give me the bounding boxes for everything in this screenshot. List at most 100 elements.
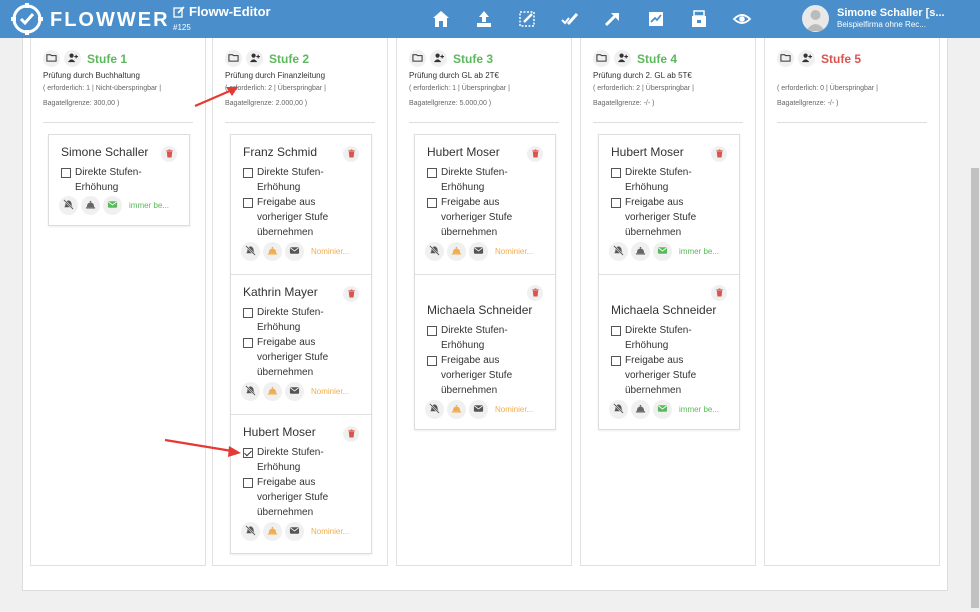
email-button[interactable] xyxy=(469,242,488,261)
approver-status[interactable]: Nominier... xyxy=(495,405,533,414)
nav-upload[interactable] xyxy=(471,6,497,32)
edit-document-icon xyxy=(519,11,535,27)
take-over-approval-checkbox[interactable] xyxy=(243,198,253,208)
take-over-approval-option[interactable]: Freigabe aus vorheriger Stufe übernehmen xyxy=(611,195,721,240)
stage-add-user-button[interactable] xyxy=(64,50,81,67)
mute-notification-button[interactable] xyxy=(425,242,444,261)
take-over-approval-option[interactable]: Freigabe aus vorheriger Stufe übernehmen xyxy=(427,353,537,398)
user-name[interactable]: Simone Schaller [s... xyxy=(837,7,945,19)
direct-escalation-option[interactable]: Direkte Stufen-Erhöhung xyxy=(243,305,353,335)
nav-chart[interactable] xyxy=(643,6,669,32)
direct-escalation-option[interactable]: Direkte Stufen-Erhöhung xyxy=(243,165,353,195)
nav-forward[interactable] xyxy=(600,6,626,32)
notification-bell-button[interactable] xyxy=(631,400,650,419)
nav-edit-document[interactable] xyxy=(514,6,540,32)
stage-add-user-button[interactable] xyxy=(430,50,447,67)
stage-title[interactable]: Stufe 2 xyxy=(269,52,309,66)
take-over-approval-option[interactable]: Freigabe aus vorheriger Stufe übernehmen xyxy=(243,335,353,380)
nav-approve[interactable] xyxy=(557,6,583,32)
direct-escalation-checkbox[interactable] xyxy=(427,168,437,178)
mute-notification-button[interactable] xyxy=(241,522,260,541)
mute-notification-button[interactable] xyxy=(425,400,444,419)
direct-escalation-option[interactable]: Direkte Stufen-Erhöhung xyxy=(61,165,171,195)
direct-escalation-checkbox[interactable] xyxy=(243,308,253,318)
delete-approver-button[interactable] xyxy=(161,146,177,162)
delete-approver-button[interactable] xyxy=(343,146,359,162)
stage-title[interactable]: Stufe 4 xyxy=(637,52,677,66)
take-over-approval-checkbox[interactable] xyxy=(427,356,437,366)
direct-escalation-option[interactable]: Direkte Stufen-Erhöhung xyxy=(243,445,353,475)
mute-notification-button[interactable] xyxy=(609,242,628,261)
direct-escalation-checkbox[interactable] xyxy=(427,326,437,336)
direct-escalation-checkbox[interactable] xyxy=(61,168,71,178)
take-over-approval-option[interactable]: Freigabe aus vorheriger Stufe übernehmen xyxy=(243,475,353,520)
stage-add-user-button[interactable] xyxy=(246,50,263,67)
nav-view[interactable] xyxy=(729,6,755,32)
take-over-approval-option[interactable]: Freigabe aus vorheriger Stufe übernehmen xyxy=(427,195,537,240)
notification-bell-button[interactable] xyxy=(447,242,466,261)
take-over-approval-checkbox[interactable] xyxy=(611,356,621,366)
mute-notification-button[interactable] xyxy=(241,242,260,261)
mute-notification-button[interactable] xyxy=(241,382,260,401)
stage-folder-button[interactable] xyxy=(225,50,242,67)
take-over-approval-checkbox[interactable] xyxy=(611,198,621,208)
notification-bell-button[interactable] xyxy=(263,382,282,401)
delete-approver-button[interactable] xyxy=(711,285,727,301)
editor-title[interactable]: Floww-Editor xyxy=(173,4,271,19)
approver-status[interactable]: immer be... xyxy=(129,201,169,210)
stage-title[interactable]: Stufe 3 xyxy=(453,52,493,66)
notification-bell-button[interactable] xyxy=(263,522,282,541)
approver-status[interactable]: Nominier... xyxy=(311,527,349,536)
approver-status[interactable]: immer be... xyxy=(679,247,719,256)
email-button[interactable] xyxy=(653,400,672,419)
notification-bell-button[interactable] xyxy=(631,242,650,261)
direct-escalation-option[interactable]: Direkte Stufen-Erhöhung xyxy=(611,165,721,195)
direct-escalation-checkbox[interactable] xyxy=(611,326,621,336)
approver-status[interactable]: Nominier... xyxy=(495,247,533,256)
stage-folder-button[interactable] xyxy=(43,50,60,67)
direct-escalation-option[interactable]: Direkte Stufen-Erhöhung xyxy=(427,165,537,195)
take-over-approval-option[interactable]: Freigabe aus vorheriger Stufe übernehmen xyxy=(243,195,353,240)
stage-title[interactable]: Stufe 5 xyxy=(821,52,861,66)
mute-notification-button[interactable] xyxy=(59,196,78,215)
direct-escalation-checkbox[interactable] xyxy=(611,168,621,178)
delete-approver-button[interactable] xyxy=(527,146,543,162)
take-over-approval-checkbox[interactable] xyxy=(243,478,253,488)
direct-escalation-checkbox[interactable] xyxy=(243,448,253,458)
delete-approver-button[interactable] xyxy=(527,285,543,301)
email-button[interactable] xyxy=(469,400,488,419)
flowwer-logo-icon xyxy=(11,3,43,35)
email-button[interactable] xyxy=(285,522,304,541)
email-button[interactable] xyxy=(285,382,304,401)
notification-bell-button[interactable] xyxy=(263,242,282,261)
avatar[interactable] xyxy=(802,5,829,32)
direct-escalation-checkbox[interactable] xyxy=(243,168,253,178)
stage-add-user-button[interactable] xyxy=(614,50,631,67)
stage-title[interactable]: Stufe 1 xyxy=(87,52,127,66)
scrollbar[interactable] xyxy=(970,38,980,612)
notification-bell-button[interactable] xyxy=(81,196,100,215)
stage-add-user-button[interactable] xyxy=(798,50,815,67)
approver-status[interactable]: immer be... xyxy=(679,405,719,414)
direct-escalation-option[interactable]: Direkte Stufen-Erhöhung xyxy=(427,323,537,353)
scrollbar-thumb[interactable] xyxy=(971,168,979,608)
email-button[interactable] xyxy=(285,242,304,261)
email-button[interactable] xyxy=(103,196,122,215)
stage-folder-button[interactable] xyxy=(409,50,426,67)
mute-notification-button[interactable] xyxy=(609,400,628,419)
direct-escalation-option[interactable]: Direkte Stufen-Erhöhung xyxy=(611,323,721,353)
take-over-approval-checkbox[interactable] xyxy=(427,198,437,208)
approver-status[interactable]: Nominier... xyxy=(311,247,349,256)
approver-status[interactable]: Nominier... xyxy=(311,387,349,396)
take-over-approval-option[interactable]: Freigabe aus vorheriger Stufe übernehmen xyxy=(611,353,721,398)
delete-approver-button[interactable] xyxy=(711,146,727,162)
delete-approver-button[interactable] xyxy=(343,286,359,302)
email-button[interactable] xyxy=(653,242,672,261)
nav-archive[interactable] xyxy=(686,6,712,32)
nav-home[interactable] xyxy=(428,6,454,32)
delete-approver-button[interactable] xyxy=(343,426,359,442)
notification-bell-button[interactable] xyxy=(447,400,466,419)
stage-folder-button[interactable] xyxy=(777,50,794,67)
take-over-approval-checkbox[interactable] xyxy=(243,338,253,348)
stage-folder-button[interactable] xyxy=(593,50,610,67)
